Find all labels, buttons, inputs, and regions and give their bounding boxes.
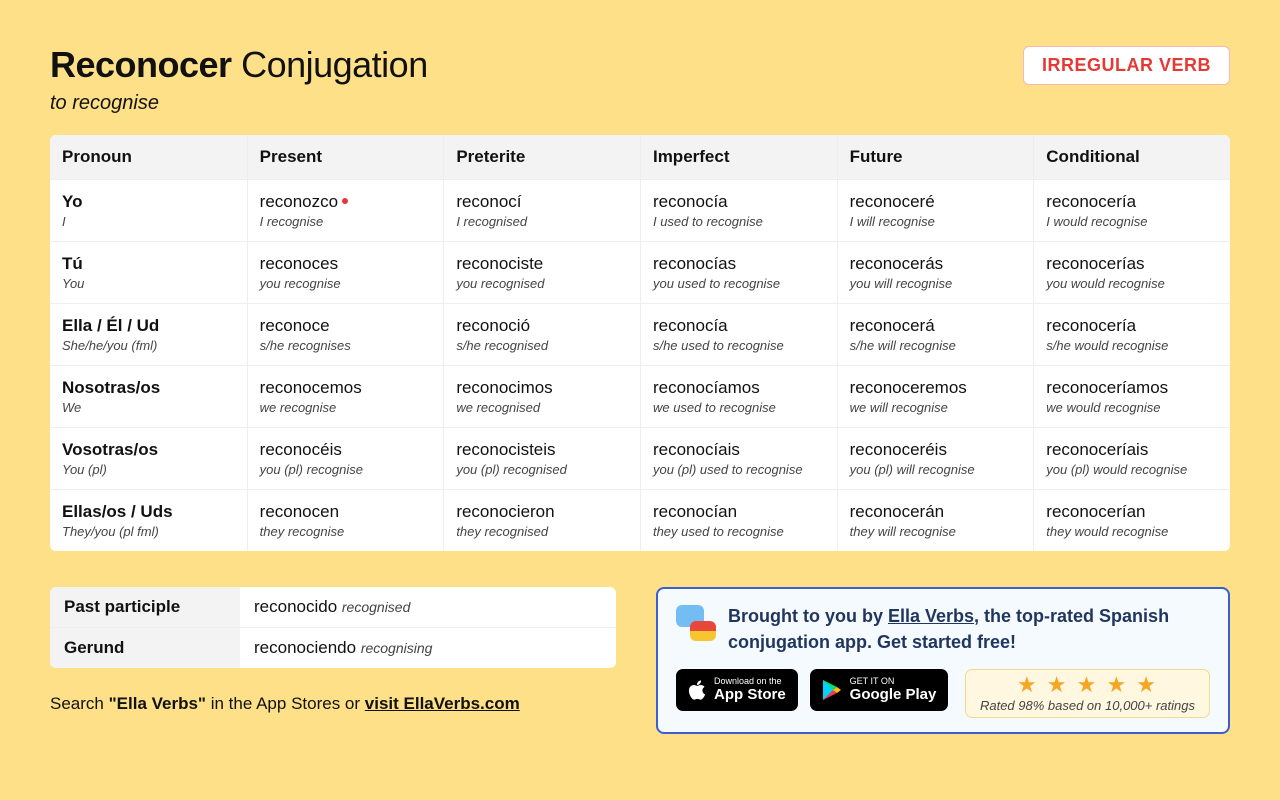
pronoun-cell: Ella / Él / UdShe/he/you (fml) [50,304,247,366]
visit-link[interactable]: visit EllaVerbs.com [365,694,520,713]
conjugation-cell: reconocíaI used to recognise [640,180,837,242]
rating-text: Rated 98% based on 10,000+ ratings [980,698,1195,713]
forms-table: Past participlereconocido recognisedGeru… [50,587,616,668]
conjugation-cell: reconocéisyou (pl) recognise [247,428,444,490]
conjugation-cell: reconocíaisyou (pl) used to recognise [640,428,837,490]
conjugation-cell: reconocimoswe recognised [443,366,640,428]
column-header: Conditional [1033,135,1230,180]
app-store-button[interactable]: Download on the App Store [676,669,798,711]
ella-verbs-link[interactable]: Ella Verbs [888,606,974,626]
form-row: Past participlereconocido recognised [50,587,616,628]
google-play-icon [822,679,842,701]
pronoun-cell: Vosotras/osYou (pl) [50,428,247,490]
conjugation-cell: reconoceríamoswe would recognise [1033,366,1230,428]
table-row: Ellas/os / UdsThey/you (pl fml)reconocen… [50,490,1230,551]
rating-box: ★ ★ ★ ★ ★ Rated 98% based on 10,000+ rat… [965,669,1210,718]
conjugation-cell: reconoces/he recognises [247,304,444,366]
conjugation-cell: reconocíanthey used to recognise [640,490,837,551]
conjugation-cell: reconoceréisyou (pl) will recognise [837,428,1034,490]
column-header: Pronoun [50,135,247,180]
conjugation-cell: reconozcoI recognise [247,180,444,242]
conjugation-cell: reconocemoswe recognise [247,366,444,428]
verb-name: Reconocer [50,44,232,85]
conjugation-cell: reconocíasyou used to recognise [640,242,837,304]
conjugation-cell: reconoceránthey will recognise [837,490,1034,551]
conjugation-cell: reconoceríasyou would recognise [1033,242,1230,304]
conjugation-table: PronounPresentPreteriteImperfectFutureCo… [50,135,1230,551]
conjugation-cell: reconocerías/he would recognise [1033,304,1230,366]
title-suffix: Conjugation [232,44,428,85]
page-title: Reconocer Conjugation [50,44,428,86]
conjugation-cell: reconoceremoswe will recognise [837,366,1034,428]
conjugation-cell: reconoceríanthey would recognise [1033,490,1230,551]
app-icon [676,603,716,643]
apple-icon [688,679,706,701]
form-row: Gerundreconociendo recognising [50,628,616,668]
conjugation-cell: reconocías/he used to recognise [640,304,837,366]
pronoun-cell: YoI [50,180,247,242]
conjugation-cell: reconocerásyou will recognise [837,242,1034,304]
verb-translation: to recognise [50,92,1230,115]
pronoun-cell: TúYou [50,242,247,304]
column-header: Imperfect [640,135,837,180]
column-header: Preterite [443,135,640,180]
conjugation-cell: reconocisteyou recognised [443,242,640,304]
conjugation-cell: reconoceríaI would recognise [1033,180,1230,242]
form-value: reconocido recognised [240,587,616,628]
search-note: Search "Ella Verbs" in the App Stores or… [50,694,616,714]
conjugation-cell: reconocieronthey recognised [443,490,640,551]
table-row: YoIreconozcoI recognisereconocíI recogni… [50,180,1230,242]
conjugation-cell: reconocíamoswe used to recognise [640,366,837,428]
conjugation-cell: reconocíI recognised [443,180,640,242]
google-play-button[interactable]: GET IT ON Google Play [810,669,949,711]
conjugation-cell: reconocerás/he will recognise [837,304,1034,366]
promo-text: Brought to you by Ella Verbs, the top-ra… [728,603,1210,655]
conjugation-cell: reconocesyou recognise [247,242,444,304]
conjugation-cell: reconoceréI will recognise [837,180,1034,242]
conjugation-cell: reconoceríaisyou (pl) would recognise [1033,428,1230,490]
column-header: Present [247,135,444,180]
conjugation-cell: reconociós/he recognised [443,304,640,366]
table-row: Nosotras/osWereconocemoswe recognisereco… [50,366,1230,428]
form-label: Gerund [50,628,240,668]
table-row: Vosotras/osYou (pl)reconocéisyou (pl) re… [50,428,1230,490]
conjugation-cell: reconocisteisyou (pl) recognised [443,428,640,490]
pronoun-cell: Ellas/os / UdsThey/you (pl fml) [50,490,247,551]
form-value: reconociendo recognising [240,628,616,668]
promo-box: Brought to you by Ella Verbs, the top-ra… [656,587,1230,734]
conjugation-cell: reconocenthey recognise [247,490,444,551]
irregular-badge: IRREGULAR VERB [1023,46,1230,85]
form-label: Past participle [50,587,240,628]
column-header: Future [837,135,1034,180]
table-row: Ella / Él / UdShe/he/you (fml)reconoces/… [50,304,1230,366]
irregular-dot-icon [342,198,348,204]
pronoun-cell: Nosotras/osWe [50,366,247,428]
table-row: TúYoureconocesyou recognisereconocisteyo… [50,242,1230,304]
star-icons: ★ ★ ★ ★ ★ [980,674,1195,696]
